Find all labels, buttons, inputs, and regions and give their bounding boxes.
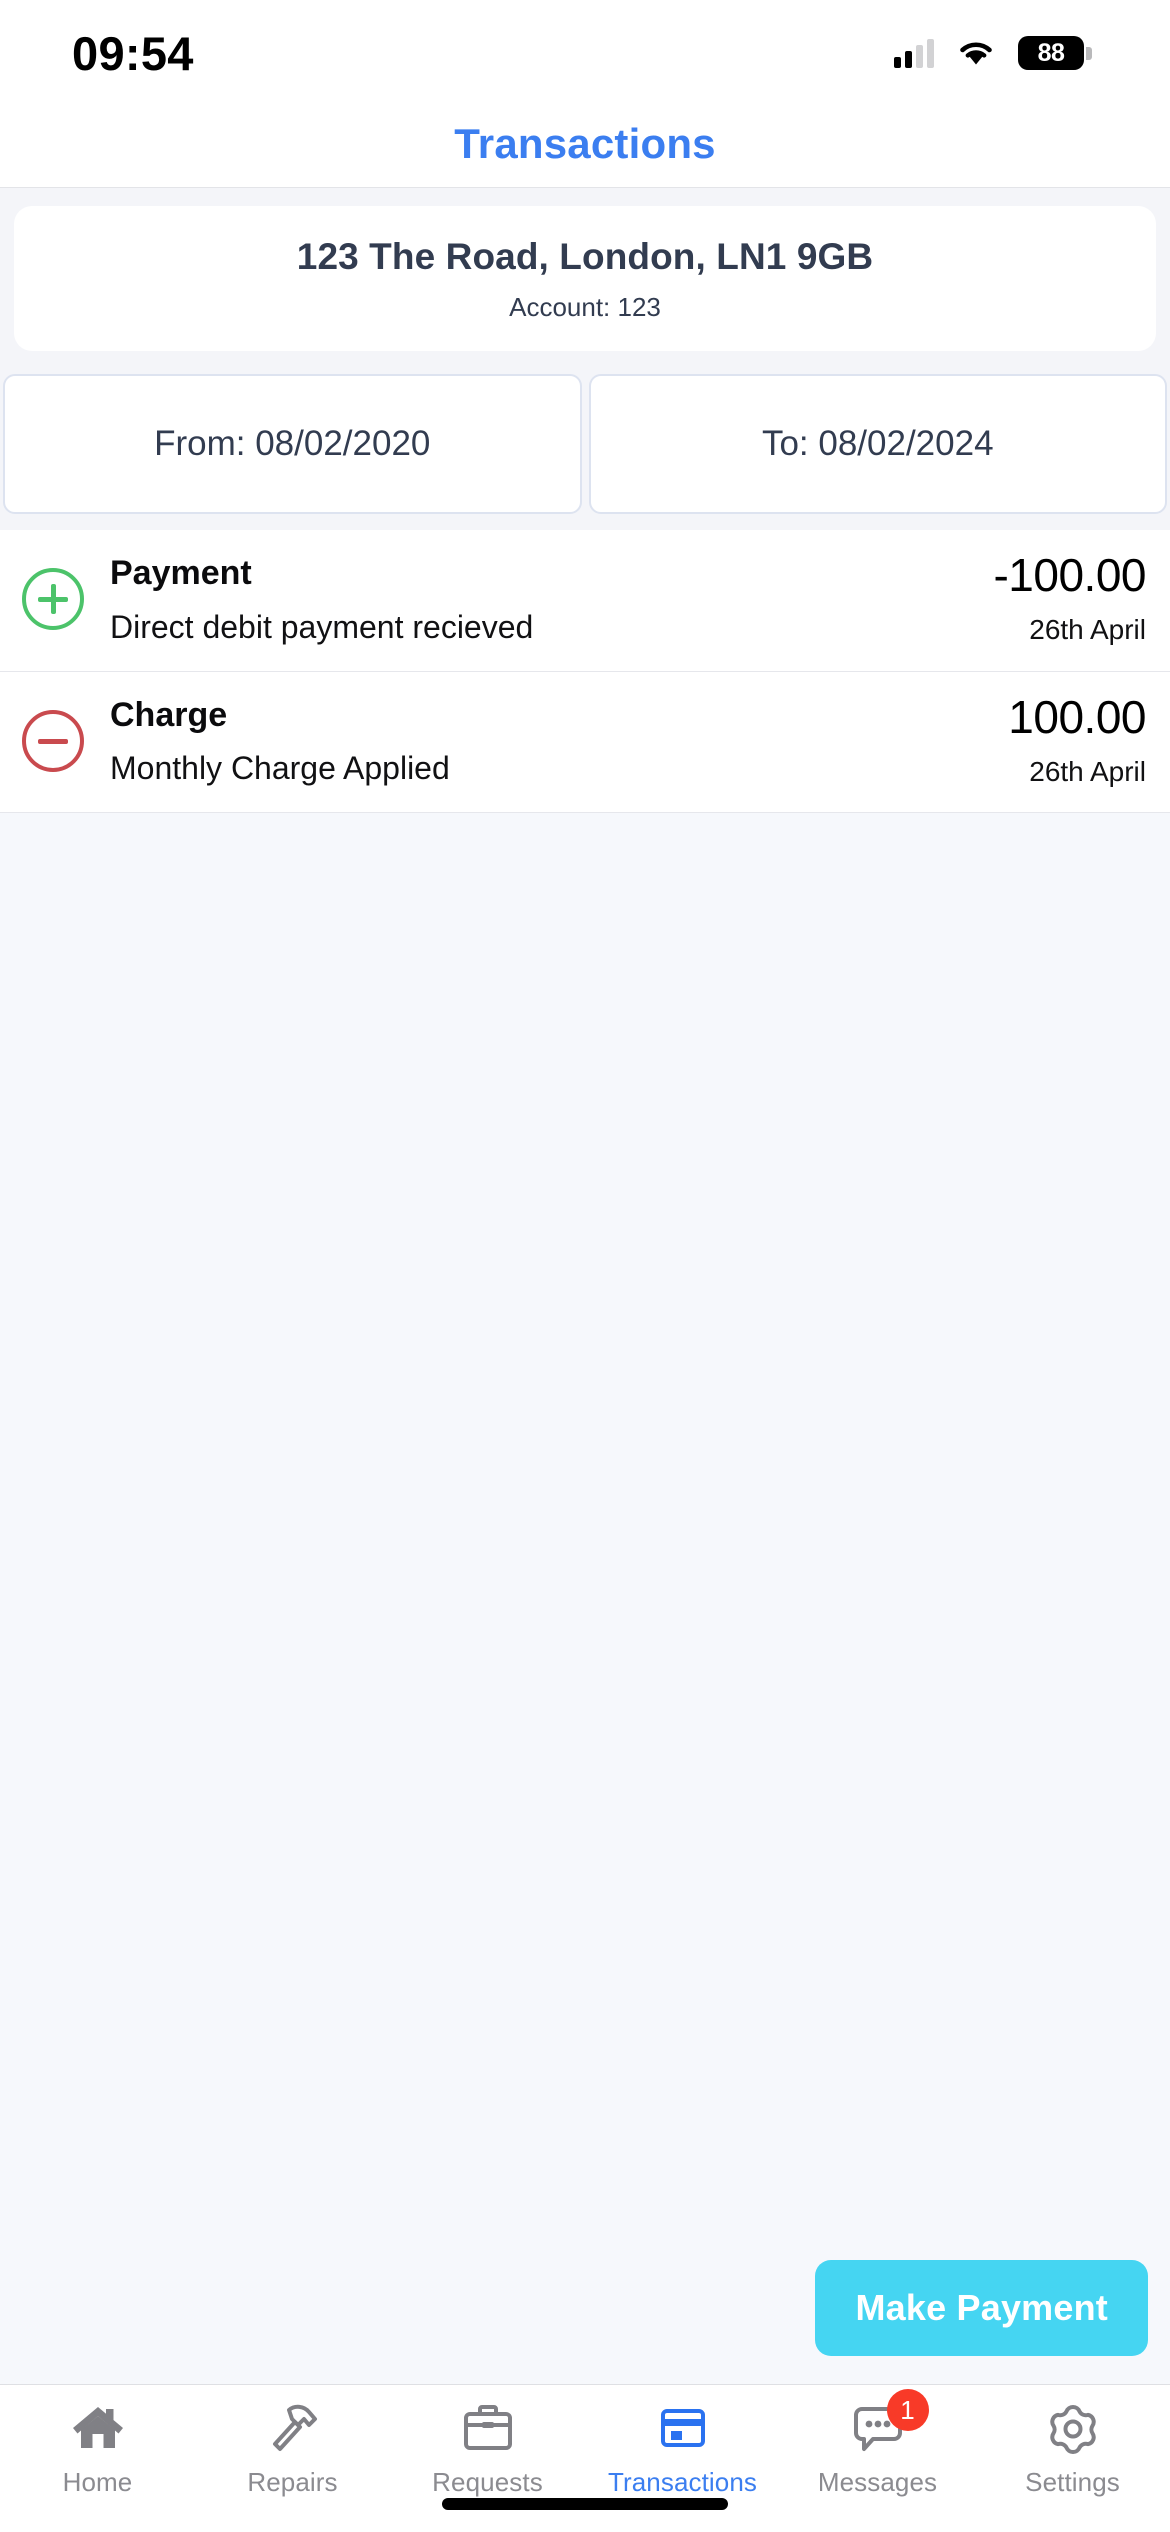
tab-home[interactable]: Home (0, 2399, 195, 2498)
transaction-details: Payment Direct debit payment recieved (110, 552, 979, 647)
cellular-signal-icon (894, 38, 934, 68)
transaction-meta: -100.00 26th April (979, 552, 1146, 646)
table-row[interactable]: Charge Monthly Charge Applied 100.00 26t… (0, 672, 1170, 813)
transaction-description: Direct debit payment recieved (110, 608, 534, 645)
tab-label: Repairs (247, 2467, 338, 2497)
tab-label: Home (62, 2467, 133, 2497)
transaction-title: Charge (110, 695, 228, 734)
table-row[interactable]: Payment Direct debit payment recieved -1… (0, 530, 1170, 672)
page-title: Transactions (454, 119, 716, 167)
make-payment-button[interactable]: Make Payment (815, 2260, 1148, 2356)
navigation-bar: Transactions (0, 100, 1170, 188)
tab-transactions[interactable]: Transactions (585, 2399, 780, 2498)
chat-bubble-icon: 1 (849, 2389, 929, 2457)
battery-icon: 88 (1018, 36, 1092, 70)
from-date-button[interactable]: From: 08/02/2020 (3, 374, 582, 514)
transaction-amount: 100.00 (1008, 690, 1146, 743)
account-card: 123 The Road, London, LN1 9GB Account: 1… (14, 206, 1156, 351)
from-date-label: From: 08/02/2020 (154, 424, 431, 463)
briefcase-icon (460, 2399, 516, 2457)
tab-messages[interactable]: 1 Messages (780, 2389, 975, 2498)
status-bar-indicators: 88 (894, 30, 1092, 70)
transaction-amount: -100.00 (993, 549, 1146, 602)
empty-area: Make Payment (0, 813, 1170, 2384)
transaction-meta: 100.00 26th April (994, 694, 1146, 788)
tab-settings[interactable]: Settings (975, 2399, 1170, 2498)
tab-requests[interactable]: Requests (390, 2399, 585, 2498)
hammer-icon (265, 2399, 321, 2457)
tab-label: Requests (432, 2467, 543, 2497)
status-bar-time: 09:54 (72, 26, 194, 80)
house-icon (70, 2399, 126, 2457)
transaction-list: Payment Direct debit payment recieved -1… (0, 530, 1170, 813)
make-payment-container: Make Payment (815, 2260, 1148, 2356)
status-bar: 09:54 88 (0, 0, 1170, 100)
tab-label: Transactions (607, 2467, 758, 2497)
transaction-date: 26th April (1029, 755, 1146, 787)
home-indicator (442, 2498, 728, 2510)
battery-level-label: 88 (1037, 38, 1065, 67)
tab-label: Settings (1025, 2467, 1120, 2497)
status-badge: 1 (886, 2389, 929, 2431)
minus-circle-icon (22, 709, 84, 772)
gear-icon (1046, 2399, 1100, 2457)
app-screen: 09:54 88 Transactions 123 The Road, Lond… (0, 0, 1170, 2532)
property-address: 123 The Road, London, LN1 9GB (296, 236, 874, 277)
transaction-date: 26th April (1029, 614, 1146, 646)
credit-card-icon (655, 2399, 711, 2457)
transaction-details: Charge Monthly Charge Applied (110, 694, 994, 789)
transaction-description: Monthly Charge Applied (110, 750, 450, 786)
date-filter-row: From: 08/02/2020 To: 08/02/2024 (0, 374, 1170, 514)
tab-label: Messages (817, 2467, 938, 2497)
wifi-icon (956, 38, 996, 68)
tab-repairs[interactable]: Repairs (195, 2399, 390, 2498)
transaction-title: Payment (110, 554, 252, 592)
plus-circle-icon (22, 568, 84, 631)
content-area: 123 The Road, London, LN1 9GB Account: 1… (0, 188, 1170, 2384)
to-date-label: To: 08/02/2024 (761, 424, 994, 463)
to-date-button[interactable]: To: 08/02/2024 (588, 374, 1167, 514)
account-number: Account: 123 (509, 292, 661, 322)
